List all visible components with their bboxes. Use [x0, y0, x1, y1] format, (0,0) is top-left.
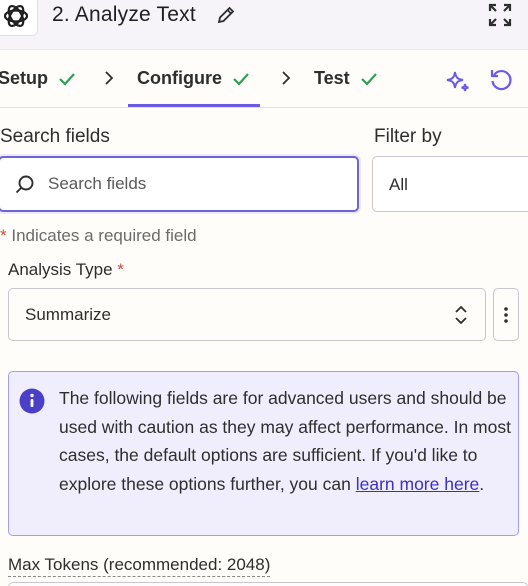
- search-fields-label: Search fields: [0, 126, 110, 147]
- search-box[interactable]: [0, 156, 359, 212]
- analysis-type-value: Summarize: [25, 305, 111, 324]
- expand-icon[interactable]: [487, 2, 513, 33]
- info-trailing-text: .: [479, 473, 485, 494]
- analysis-type-label: Analysis Type *: [8, 260, 124, 280]
- filter-by-label: Filter by: [374, 126, 442, 147]
- filter-select[interactable]: All: [372, 156, 528, 212]
- learn-more-link[interactable]: learn more here: [356, 474, 480, 494]
- advanced-fields-info: The following fields are for advanced us…: [8, 371, 519, 536]
- check-icon: [233, 72, 249, 86]
- required-star: *: [0, 226, 7, 245]
- max-tokens-input[interactable]: [8, 582, 528, 586]
- field-options-button[interactable]: [493, 288, 519, 341]
- step-header: 2. Analyze Text: [0, 0, 528, 50]
- app-logo: [0, 0, 38, 36]
- sparkle-icon[interactable]: [444, 67, 472, 100]
- tab-test-label: Test: [314, 68, 350, 88]
- required-field-note: * Indicates a required field: [0, 226, 197, 246]
- check-icon: [360, 72, 377, 86]
- refresh-icon[interactable]: [488, 67, 514, 98]
- pencil-icon[interactable]: [216, 5, 236, 30]
- openai-logo-icon: [3, 4, 29, 28]
- analysis-type-label-text: Analysis Type: [8, 260, 113, 279]
- tab-setup[interactable]: Setup: [0, 68, 76, 89]
- chevron-right-icon: [105, 71, 114, 85]
- tab-configure-label: Configure: [137, 68, 222, 88]
- active-tab-indicator: [128, 104, 260, 107]
- more-vertical-icon: [504, 306, 508, 323]
- tab-test[interactable]: Test: [314, 68, 378, 89]
- select-arrows-icon: [455, 305, 467, 325]
- tab-setup-label: Setup: [0, 68, 49, 88]
- search-icon: [15, 175, 34, 194]
- chevron-right-icon: [282, 71, 291, 85]
- info-icon: [19, 388, 45, 414]
- required-star: *: [117, 260, 124, 279]
- required-note-text: Indicates a required field: [6, 226, 197, 245]
- max-tokens-label: Max Tokens (recommended: 2048): [8, 555, 271, 577]
- filter-selected-value: All: [389, 175, 408, 194]
- tab-configure[interactable]: Configure: [137, 68, 250, 89]
- info-text: The following fields are for advanced us…: [59, 384, 515, 498]
- search-input[interactable]: [48, 174, 338, 194]
- check-icon: [59, 72, 75, 86]
- step-title: 2. Analyze Text: [52, 3, 196, 26]
- analysis-type-select[interactable]: Summarize: [8, 288, 486, 341]
